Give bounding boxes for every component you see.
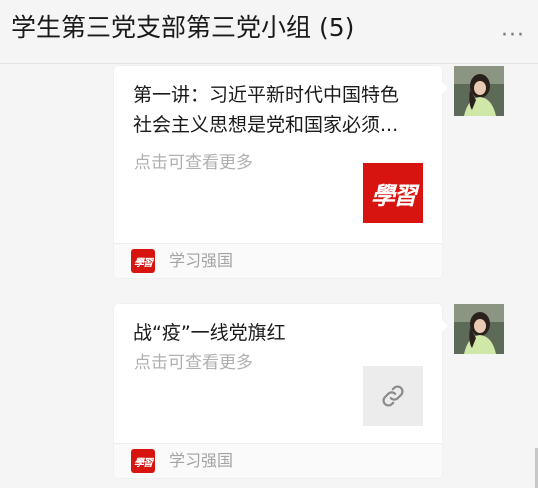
chat-title: 学生第三党支部第三党小组 (5) [11, 13, 355, 42]
article-description: 点击可查看更多 [134, 353, 253, 373]
article-card[interactable]: 第一讲：习近平新时代中国特色 社会主义思想是党和国家必须... 点击可查看更多 … [114, 66, 448, 278]
more-options-button[interactable]: ··· [498, 25, 528, 47]
article-description: 点击可查看更多 [134, 153, 253, 173]
xuexi-source-icon: 學習 [131, 249, 155, 273]
bubble-arrow [442, 320, 448, 332]
card-source-footer: 學習 学习强国 [114, 244, 442, 278]
source-name: 学习强国 [169, 251, 234, 270]
source-name: 学习强国 [169, 451, 234, 470]
avatar[interactable] [454, 66, 504, 116]
article-card[interactable]: 战“疫”一线党旗红 点击可查看更多 學習 学习强国 [114, 304, 448, 478]
avatar[interactable] [454, 304, 504, 354]
chat-header: 学生第三党支部第三党小组 (5) ··· [0, 0, 538, 64]
article-title: 战“疫”一线党旗红 [133, 322, 286, 344]
xuexi-source-icon: 學習 [131, 449, 155, 473]
article-thumbnail: 學習 [363, 163, 423, 223]
article-title: 第一讲：习近平新时代中国特色 社会主义思想是党和国家必须... [133, 84, 400, 136]
card-source-footer: 學習 学习强国 [114, 444, 442, 478]
link-thumbnail [363, 366, 423, 426]
xuexi-logo-icon: 學習 [371, 180, 417, 210]
link-icon [382, 385, 404, 407]
bubble-arrow [442, 82, 448, 94]
